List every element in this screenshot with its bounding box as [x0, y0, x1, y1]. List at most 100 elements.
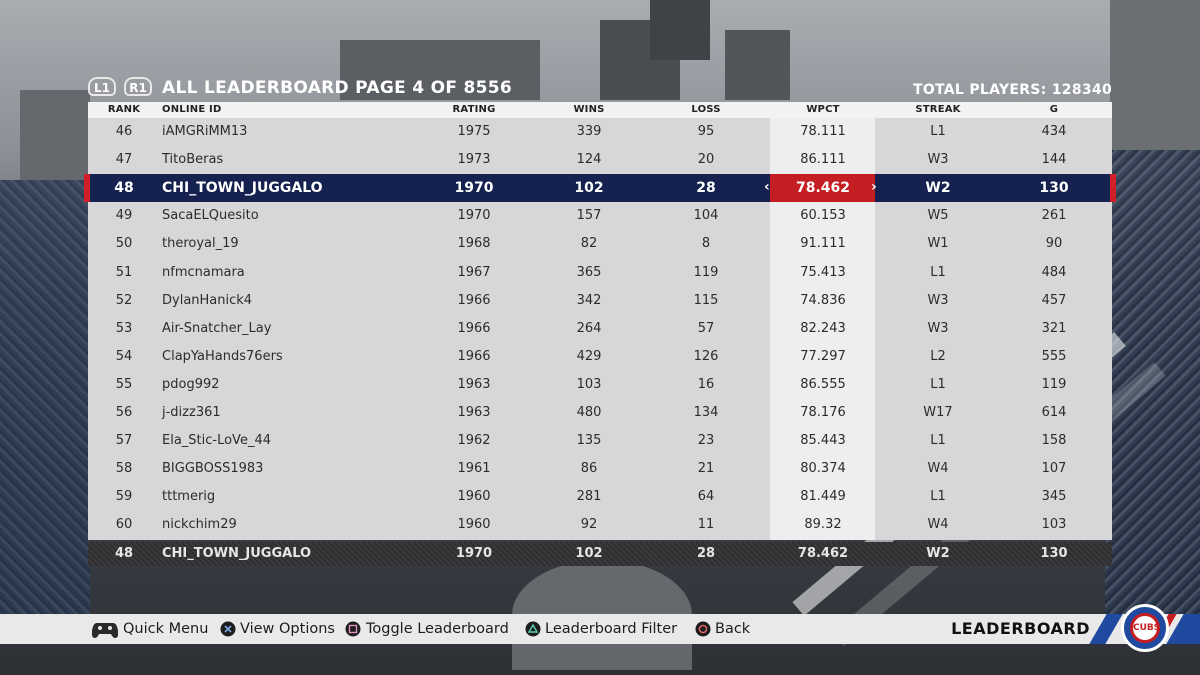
table-row[interactable]: 54 ClapYaHands76ers 1966 429 126 77.297 L2 555: [88, 343, 1112, 371]
cell-id: DylanHanick4: [162, 292, 253, 308]
quick-menu-hint[interactable]: Quick Menu: [123, 614, 208, 644]
cell-g: 434: [1041, 124, 1067, 139]
col-rank: RANK: [107, 104, 141, 115]
cell-streak: L1: [930, 264, 946, 280]
cell-wpct: 86.555: [800, 376, 846, 392]
my-streak: W2: [926, 546, 950, 561]
screen-title: LEADERBOARD: [951, 619, 1090, 638]
cell-loss: 119: [693, 264, 719, 280]
col-online-id: ONLINE ID: [162, 104, 222, 115]
cell-loss: 64: [697, 489, 715, 505]
cell-streak: L1: [930, 376, 946, 392]
cell-wins: 365: [576, 264, 602, 280]
cell-rating: 1963: [457, 376, 491, 392]
cell-rank: 60: [115, 517, 133, 533]
table-row[interactable]: 59 tttmerig 1960 281 64 81.449 L1 345: [88, 483, 1112, 511]
cell-loss: 8: [701, 236, 711, 252]
cell-wins: 86: [580, 461, 598, 477]
cell-wpct: 60.153: [800, 208, 846, 224]
chevron-right-icon[interactable]: ›: [871, 174, 877, 201]
cubs-logo: CUBS: [1121, 604, 1169, 652]
cell-rank: 50: [115, 236, 133, 252]
cell-wpct: 78.462: [795, 180, 851, 197]
cell-id: Air-Snatcher_Lay: [162, 320, 272, 336]
l1-bumper-button[interactable]: L1: [88, 77, 116, 96]
table-row[interactable]: 52 DylanHanick4 1966 342 115 74.836 W3 457: [88, 287, 1112, 315]
table-row-selected[interactable]: ‹ › 48 CHI_TOWN_JUGGALO 1970 102 28 78.462 W2 130: [84, 174, 1116, 203]
back-hint[interactable]: Back: [715, 614, 750, 644]
cell-streak: W3: [927, 292, 949, 308]
col-loss: LOSS: [691, 104, 721, 115]
leaderboard-filter-hint[interactable]: Leaderboard Filter: [545, 614, 677, 644]
table-row[interactable]: 55 pdog992 1963 103 16 86.555 L1 119: [88, 371, 1112, 399]
table-row[interactable]: 53 Air-Snatcher_Lay 1966 264 57 82.243 W3 321: [88, 315, 1112, 343]
view-options-hint[interactable]: View Options: [240, 614, 335, 644]
cell-streak: W5: [927, 208, 949, 224]
cell-wpct: 85.443: [800, 433, 846, 449]
cell-loss: 95: [697, 124, 715, 139]
cell-loss: 115: [693, 292, 719, 308]
table-row[interactable]: 46 iAMGRiMM13 1975 339 95 78.111 L1 434: [88, 118, 1112, 146]
cell-wpct: 78.111: [800, 124, 846, 139]
table-row[interactable]: 50 theroyal_19 1968 82 8 91.111 W1 90: [88, 230, 1112, 258]
cell-wpct: 81.449: [800, 489, 846, 505]
cell-wins: 157: [576, 208, 602, 224]
cell-wpct: 80.374: [800, 461, 846, 477]
cell-id: TitoBeras: [162, 152, 224, 168]
cell-wpct: 78.176: [800, 405, 846, 420]
circle-button-icon: [695, 621, 711, 637]
cell-wins: 102: [574, 180, 604, 197]
cell-wpct: 82.243: [800, 320, 846, 336]
cell-g: 144: [1041, 152, 1067, 168]
table-row[interactable]: 49 SacaELQuesito 1970 157 104 60.153 W5 261: [88, 202, 1112, 230]
cell-loss: 21: [697, 461, 715, 477]
cell-wins: 429: [576, 348, 602, 364]
cell-rank: 49: [115, 208, 133, 224]
cell-rank: 56: [115, 405, 133, 420]
cell-g: 345: [1041, 489, 1067, 505]
cell-rating: 1973: [457, 152, 491, 168]
cell-streak: L1: [930, 489, 946, 505]
r1-bumper-button[interactable]: R1: [124, 77, 152, 96]
table-row[interactable]: 47 TitoBeras 1973 124 20 86.111 W3 144: [88, 146, 1112, 174]
my-online-id: CHI_TOWN_JUGGALO: [162, 546, 312, 561]
my-wins: 102: [575, 546, 603, 561]
cubs-logo-text: CUBS: [1130, 613, 1160, 643]
cell-g: 119: [1041, 376, 1067, 392]
my-g: 130: [1040, 546, 1068, 561]
cell-rank: 51: [115, 264, 133, 280]
cell-loss: 57: [697, 320, 715, 336]
cell-streak: L1: [930, 124, 946, 139]
cell-loss: 23: [697, 433, 715, 449]
table-row[interactable]: 57 Ela_Stic-LoVe_44 1962 135 23 85.443 L1 158: [88, 427, 1112, 455]
cell-rank: 54: [115, 348, 133, 364]
triangle-button-icon: [525, 621, 541, 637]
table-row[interactable]: 60 nickchim29 1960 92 11 89.32 W4 103: [88, 511, 1112, 539]
col-wins: WINS: [573, 104, 605, 115]
cell-loss: 20: [697, 152, 715, 168]
cell-wins: 92: [580, 517, 598, 533]
cell-g: 90: [1045, 236, 1063, 252]
cell-streak: W3: [927, 320, 949, 336]
cell-id: j-dizz361: [162, 405, 221, 420]
cell-wpct: 75.413: [800, 264, 846, 280]
cell-rating: 1966: [457, 320, 491, 336]
cell-id: iAMGRiMM13: [162, 124, 248, 139]
table-row[interactable]: 56 j-dizz361 1963 480 134 78.176 W17 614: [88, 399, 1112, 427]
cell-g: 130: [1039, 180, 1069, 197]
cell-id: CHI_TOWN_JUGGALO: [162, 180, 323, 197]
cell-rank: 55: [115, 376, 133, 392]
cell-loss: 16: [697, 376, 715, 392]
table-row[interactable]: 51 nfmcnamara 1967 365 119 75.413 L1 484: [88, 259, 1112, 287]
chevron-left-icon[interactable]: ‹: [764, 174, 770, 201]
cell-id: Ela_Stic-LoVe_44: [162, 433, 271, 449]
cell-rating: 1968: [457, 236, 491, 252]
cell-rank: 46: [115, 124, 133, 139]
table-row[interactable]: 58 BIGGBOSS1983 1961 86 21 80.374 W4 107: [88, 455, 1112, 483]
toggle-leaderboard-hint[interactable]: Toggle Leaderboard: [366, 614, 509, 644]
cell-loss: 104: [693, 208, 719, 224]
accent-stripe-blue: [1089, 614, 1123, 644]
cell-id: tttmerig: [162, 489, 216, 505]
my-loss: 28: [696, 546, 716, 561]
selection-edge: [1110, 174, 1116, 203]
